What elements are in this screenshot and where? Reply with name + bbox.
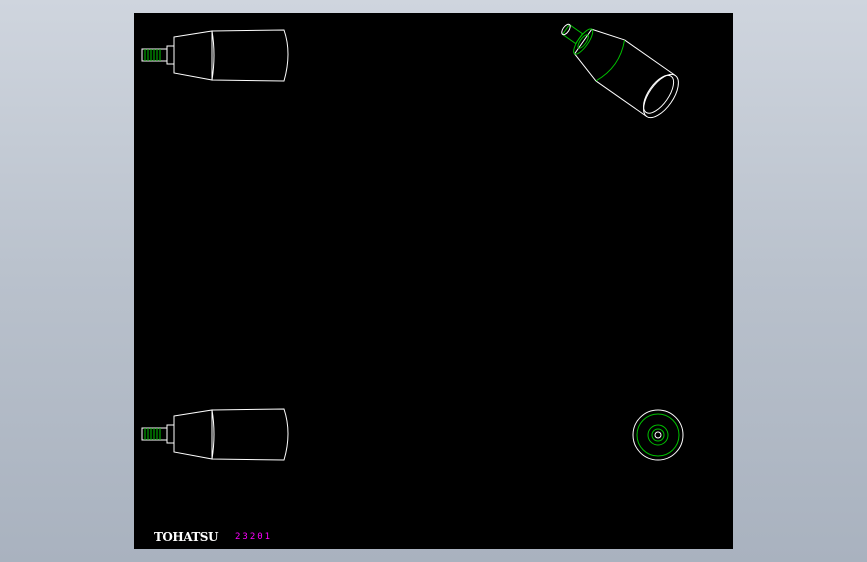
knob-body-outline	[211, 408, 289, 461]
end-view-outer-circle	[632, 409, 684, 461]
brand-logo: TOHATSU	[154, 530, 218, 544]
thread-pattern	[144, 49, 161, 61]
knob-body-outline	[211, 29, 289, 82]
end-view-bore	[654, 431, 662, 439]
knob-neck-outline	[166, 424, 175, 444]
cad-views	[141, 23, 684, 461]
isometric-view	[561, 23, 679, 119]
end-view-collar-circle	[647, 424, 669, 446]
side-view-top	[141, 29, 289, 82]
knob-seam-arc	[595, 39, 626, 82]
thread-pattern	[144, 428, 161, 440]
end-view-stud-circle	[651, 428, 665, 442]
end-view	[632, 409, 684, 461]
side-view-bottom	[141, 408, 289, 461]
knob-collar-outline	[173, 409, 213, 460]
end-view-inner-circle	[636, 413, 680, 457]
part-number: 23201	[235, 532, 273, 542]
knob-collar-outline	[173, 30, 213, 81]
drawing-sheet[interactable]: TOHATSU 23201	[134, 13, 733, 549]
knob-neck-outline	[166, 45, 175, 65]
